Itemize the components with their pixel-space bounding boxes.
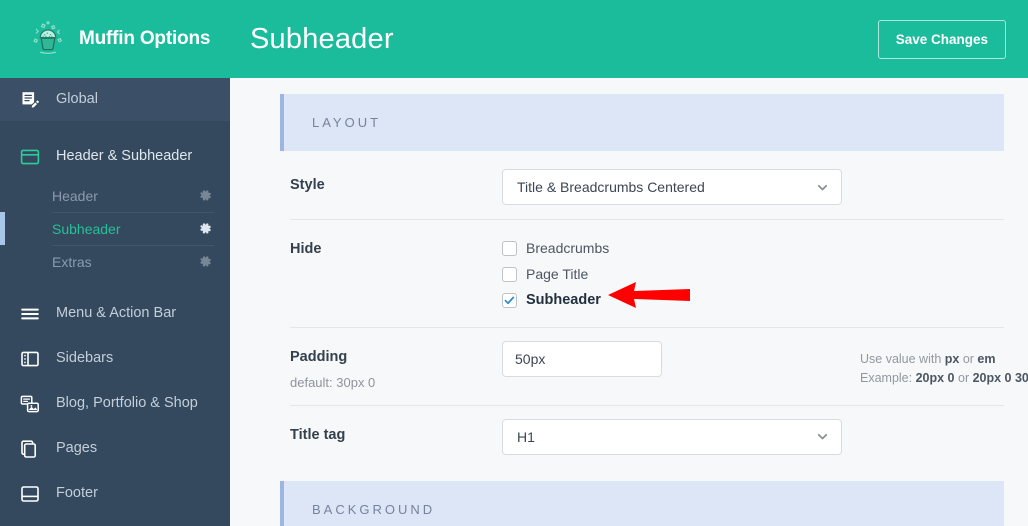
- field-label: Style: [290, 177, 325, 193]
- field-control-col: H1: [502, 418, 842, 455]
- field-label: Hide: [290, 241, 322, 257]
- help-text: or: [959, 352, 978, 366]
- document-edit-icon: [18, 88, 42, 112]
- muffin-cupcake-icon: [28, 19, 68, 59]
- padding-help-line-2: Example: 20px 0 or 20px 0 30px 0 or 2em …: [860, 369, 1028, 388]
- brand-header[interactable]: Muffin Options: [0, 0, 230, 78]
- sidebar-item-sidebars[interactable]: Sidebars: [0, 336, 230, 381]
- field-control-col: Breadcrumbs Page Title Subheader: [502, 233, 842, 313]
- field-control-col: [502, 341, 842, 377]
- page-title: Subheader: [250, 22, 394, 55]
- checkbox-box[interactable]: [502, 240, 517, 256]
- sidebar-submenu: Header Subheader Extras: [0, 179, 230, 278]
- gear-icon[interactable]: [199, 189, 212, 202]
- sidebar: Muffin Options Global Header & Subheader…: [0, 0, 230, 526]
- checkbox-box[interactable]: [502, 266, 517, 282]
- help-emphasis: em: [977, 352, 996, 366]
- chevron-down-icon: [816, 181, 829, 194]
- pages-copy-icon: [18, 437, 42, 461]
- chevron-down-icon: [816, 430, 829, 443]
- blog-media-icon: [18, 392, 42, 416]
- top-bar: Subheader Save Changes: [230, 0, 1028, 78]
- sidebar-item-label: Header & Subheader: [56, 148, 193, 165]
- section-header-background: BACKGROUND: [280, 480, 1004, 526]
- sidebar-item-blog-portfolio-shop[interactable]: Blog, Portfolio & Shop: [0, 381, 230, 426]
- checkbox-subheader[interactable]: Subheader: [502, 282, 842, 313]
- sidebar-item-label: Menu & Action Bar: [56, 305, 177, 322]
- sidebar-item-label: Global: [56, 91, 98, 108]
- sidebar-subitem-header[interactable]: Header: [0, 179, 230, 212]
- checkbox-label: Breadcrumbs: [526, 240, 610, 256]
- field-row-title-tag: Title tag H1: [280, 404, 1004, 469]
- main-content: Subheader Save Changes LAYOUT Style Titl…: [230, 0, 1028, 526]
- settings-panel: LAYOUT Style Title & Breadcrumbs Centere…: [280, 94, 1028, 526]
- sidebar-item-label: Blog, Portfolio & Shop: [56, 395, 198, 412]
- title-tag-select[interactable]: H1: [502, 418, 842, 455]
- help-emphasis: 20px 0: [915, 371, 955, 386]
- section-title: LAYOUT: [312, 115, 382, 130]
- help-emphasis: 20px 0 30px 0: [972, 371, 1028, 386]
- checkbox-breadcrumbs[interactable]: Breadcrumbs: [502, 235, 842, 261]
- sidebar-item-label: Pages: [56, 440, 98, 457]
- padding-input[interactable]: [502, 341, 662, 377]
- sidebar-columns-icon: [18, 347, 42, 371]
- checkbox-box[interactable]: [502, 292, 517, 308]
- sidebar-subitem-extras[interactable]: Extras: [0, 245, 230, 278]
- gear-icon[interactable]: [199, 255, 212, 268]
- style-select-value: Title & Breadcrumbs Centered: [517, 179, 705, 195]
- checkbox-page-title[interactable]: Page Title: [502, 261, 842, 287]
- field-row-padding: Padding default: 30px 0 Use value with p…: [280, 327, 1028, 405]
- help-emphasis: px: [944, 352, 960, 366]
- footer-box-icon: [18, 482, 42, 506]
- field-help-col: [842, 233, 1004, 242]
- gear-icon[interactable]: [199, 222, 212, 235]
- brand-title: Muffin Options: [79, 28, 211, 49]
- app-root: Muffin Options Global Header & Subheader…: [0, 0, 1028, 526]
- hide-checkbox-group: Breadcrumbs Page Title Subheader: [502, 233, 842, 313]
- header-layout-icon: [18, 145, 42, 169]
- sidebar-item-menu-action-bar[interactable]: Menu & Action Bar: [0, 291, 230, 336]
- sidebar-item-global[interactable]: Global: [0, 78, 230, 121]
- sidebar-item-pages[interactable]: Pages: [0, 426, 230, 471]
- sidebar-subitem-subheader[interactable]: Subheader: [0, 212, 230, 245]
- subitem-label: Header: [52, 187, 98, 204]
- field-label: Padding: [290, 349, 348, 365]
- field-help-col: Use value with px or em Example: 20px 0 …: [842, 341, 1028, 389]
- section-title: BACKGROUND: [312, 501, 436, 517]
- hamburger-menu-icon: [18, 302, 42, 326]
- field-row-style: Style Title & Breadcrumbs Centered: [280, 155, 1004, 219]
- sidebar-item-responsive[interactable]: Responsive: [0, 516, 230, 526]
- field-help-col: [842, 419, 1004, 428]
- field-label-col: Style: [280, 169, 502, 194]
- sidebar-item-label: Sidebars: [56, 350, 114, 367]
- sidebar-item-header-subheader[interactable]: Header & Subheader: [0, 134, 230, 179]
- padding-help-line-1: Use value with px or em: [860, 350, 1028, 369]
- subitem-label: Subheader: [52, 220, 121, 237]
- field-row-hide: Hide Breadcrumbs Page Title Subheader: [280, 219, 1004, 327]
- field-label: Title tag: [290, 426, 346, 443]
- help-text: Use value with: [860, 352, 945, 366]
- field-label-col: Padding default: 30px 0: [280, 341, 502, 391]
- section-header-layout: LAYOUT: [280, 94, 1004, 151]
- help-text: Example:: [860, 371, 916, 386]
- title-tag-select-value: H1: [517, 428, 535, 445]
- field-label-col: Title tag: [280, 419, 502, 444]
- field-label-col: Hide: [280, 233, 502, 258]
- help-text: or: [954, 371, 973, 386]
- field-control-col: Title & Breadcrumbs Centered: [502, 169, 842, 205]
- sidebar-item-footer[interactable]: Footer: [0, 471, 230, 516]
- sidebar-item-label: Footer: [56, 485, 98, 502]
- save-changes-button[interactable]: Save Changes: [877, 19, 1006, 59]
- field-default-text: default: 30px 0: [290, 375, 376, 391]
- content-area: LAYOUT Style Title & Breadcrumbs Centere…: [230, 78, 1028, 526]
- checkbox-label: Subheader: [526, 291, 601, 308]
- active-indicator-bar: [0, 212, 5, 245]
- field-help-col: [842, 169, 1004, 178]
- style-select[interactable]: Title & Breadcrumbs Centered: [502, 169, 842, 205]
- subitem-label: Extras: [52, 253, 92, 270]
- checkbox-label: Page Title: [526, 266, 589, 282]
